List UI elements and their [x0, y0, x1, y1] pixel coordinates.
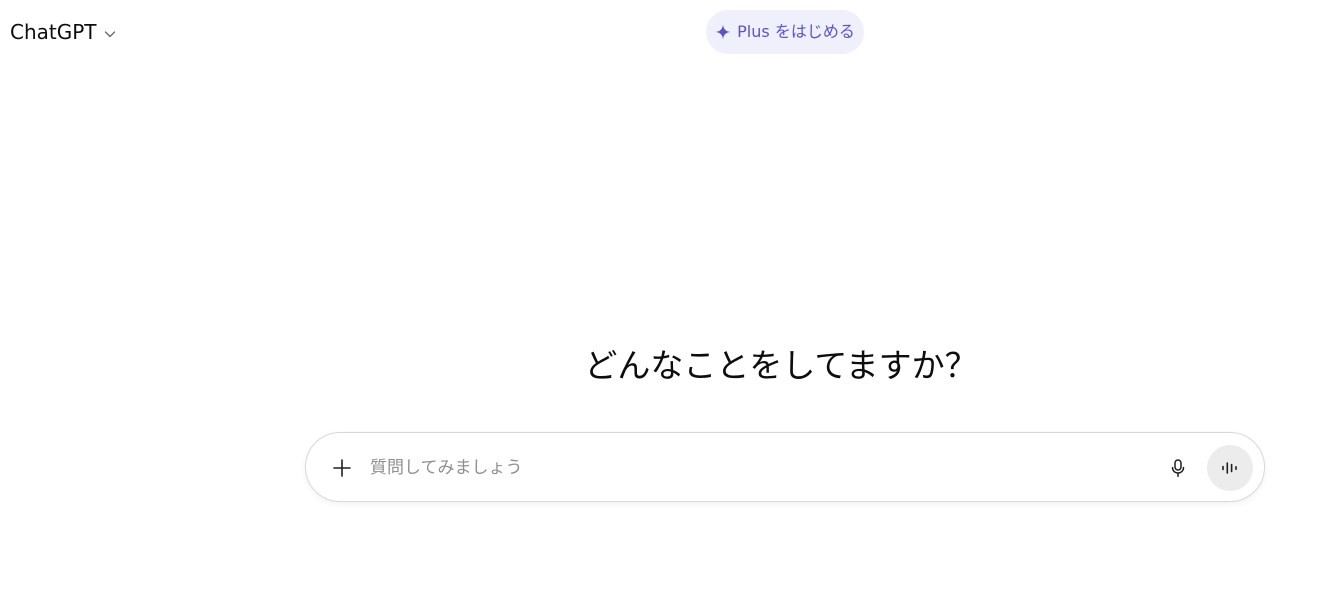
plus-icon [333, 459, 351, 477]
prompt-input[interactable] [370, 451, 1130, 485]
dictate-button[interactable] [1160, 450, 1196, 486]
mic-icon [1171, 459, 1185, 477]
attach-button[interactable] [324, 450, 360, 486]
model-selector[interactable]: ChatGPT [10, 18, 117, 46]
page-title: どんなことをしてますか？ [584, 346, 978, 385]
voice-wave-icon [1222, 462, 1237, 474]
prompt-composer [305, 432, 1265, 502]
voice-mode-button[interactable] [1207, 445, 1253, 491]
sparkle-icon [715, 24, 731, 40]
chevron-down-icon [103, 26, 117, 40]
upgrade-plus-button[interactable]: Plus をはじめる [706, 10, 864, 54]
upgrade-label: Plus をはじめる [737, 22, 855, 41]
model-name: ChatGPT [10, 20, 97, 44]
